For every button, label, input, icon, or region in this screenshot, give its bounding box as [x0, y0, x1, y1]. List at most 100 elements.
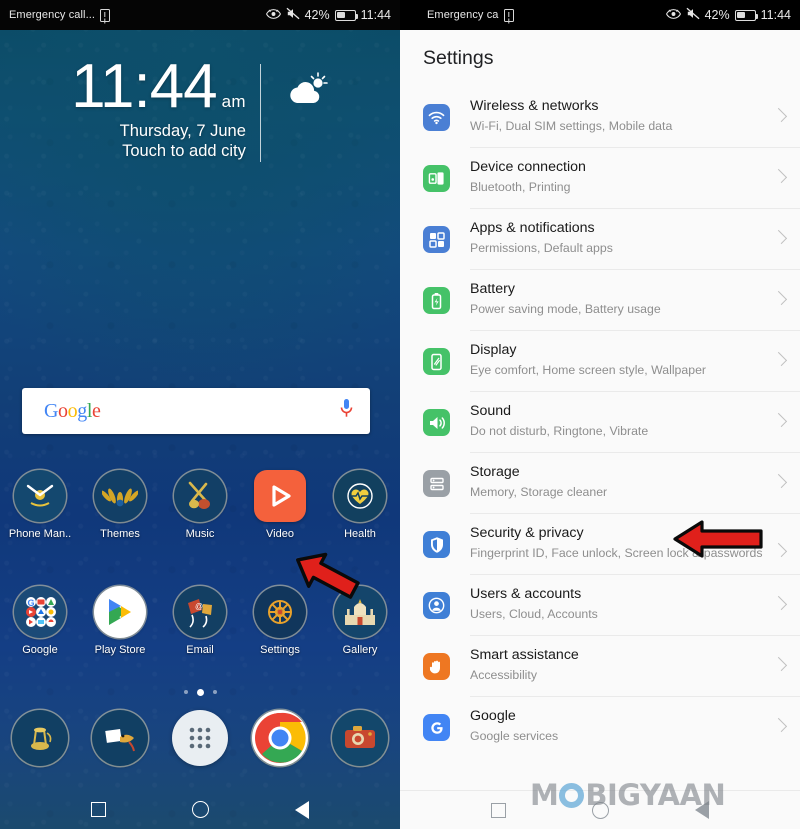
settings-item-subtitle: Do not disturb, Ringtone, Vibrate — [470, 424, 649, 439]
settings-item-subtitle: Wi-Fi, Dual SIM settings, Mobile data — [470, 119, 673, 134]
clock-time-row: 11:44 am — [71, 52, 246, 121]
recents-square-icon[interactable] — [491, 802, 506, 818]
microphone-icon[interactable] — [339, 398, 354, 424]
settings-item-subtitle: Eye comfort, Home screen style, Wallpape… — [470, 363, 707, 378]
settings-item-text: Apps & notifications Permissions, Defaul… — [470, 219, 774, 257]
settings-item-text: Wireless & networks Wi-Fi, Dual SIM sett… — [470, 97, 774, 135]
page-dot[interactable] — [183, 690, 188, 694]
google-logo: Google — [44, 400, 101, 423]
wifi-icon — [423, 104, 450, 131]
google-search-bar[interactable]: Google — [22, 388, 370, 434]
page-dot[interactable] — [212, 690, 217, 694]
settings-item-apps-notifications[interactable]: Apps & notifications Permissions, Defaul… — [400, 208, 800, 269]
dock-messages[interactable] — [80, 710, 160, 766]
settings-item-subtitle: Users, Cloud, Accounts — [470, 607, 598, 622]
page-title: Settings — [423, 46, 494, 69]
settings-item-subtitle: Permissions, Default apps — [470, 241, 613, 256]
app-label: Google — [22, 644, 58, 656]
user-account-icon — [423, 592, 450, 619]
app-google-folder[interactable]: G Google — [0, 586, 80, 656]
recents-square-icon[interactable] — [91, 802, 106, 817]
settings-item-title: Smart assistance — [470, 647, 579, 663]
eye-comfort-icon — [265, 8, 281, 23]
app-gallery[interactable]: Gallery — [320, 586, 400, 656]
lockscreen-clock-widget[interactable]: 11:44 am Thursday, 7 June Touch to add c… — [0, 52, 400, 162]
home-circle-icon[interactable] — [192, 801, 209, 818]
settings-item-title: Wireless & networks — [470, 98, 599, 114]
settings-item-smart-assistance[interactable]: Smart assistance Accessibility — [400, 635, 800, 696]
settings-item-text: Smart assistance Accessibility — [470, 646, 774, 684]
apps-grid-icon — [423, 226, 450, 253]
settings-item-users-accounts[interactable]: Users & accounts Users, Cloud, Accounts — [400, 574, 800, 635]
app-settings[interactable]: Settings — [240, 586, 320, 656]
app-phone-manager[interactable]: Phone Man.. — [0, 470, 80, 540]
settings-item-title: Sound — [470, 403, 512, 419]
home-page-indicator[interactable] — [0, 688, 400, 696]
settings-item-device-connection[interactable]: Device connection Bluetooth, Printing — [400, 147, 800, 208]
chevron-right-icon — [772, 595, 788, 611]
battery-percent-label: 42% — [304, 8, 330, 22]
settings-item-title: Battery — [470, 281, 515, 297]
settings-item-google[interactable]: Google Google services — [400, 696, 800, 757]
music-icon — [174, 470, 226, 522]
home-dock — [0, 710, 400, 766]
chevron-right-icon — [772, 473, 788, 489]
app-music[interactable]: Music — [160, 470, 240, 540]
settings-item-text: Sound Do not disturb, Ringtone, Vibrate — [470, 402, 774, 440]
gallery-icon — [334, 586, 386, 638]
battery-icon — [423, 287, 450, 314]
page-dot-active[interactable] — [196, 688, 204, 696]
carrier-label: Emergency ca — [427, 9, 499, 21]
settings-item-title: Security & privacy — [470, 525, 584, 541]
app-play-store[interactable]: Play Store — [80, 586, 160, 656]
home-circle-icon[interactable] — [592, 801, 609, 819]
app-label: Phone Man.. — [8, 528, 72, 540]
clock-time-value: 11:44 — [71, 52, 218, 121]
app-label: Video — [266, 528, 294, 540]
settings-item-text: Storage Memory, Storage cleaner — [470, 463, 774, 501]
settings-item-battery[interactable]: Battery Power saving mode, Battery usage — [400, 269, 800, 330]
settings-item-title: Users & accounts — [470, 586, 582, 602]
settings-item-storage[interactable]: Storage Memory, Storage cleaner — [400, 452, 800, 513]
settings-item-sound[interactable]: Sound Do not disturb, Ringtone, Vibrate — [400, 391, 800, 452]
google-logo-letter: o — [67, 399, 78, 422]
dock-camera[interactable] — [320, 710, 400, 766]
app-label: Play Store — [94, 644, 146, 656]
battery-percent-label: 42% — [704, 8, 730, 22]
settings-item-subtitle: Power saving mode, Battery usage — [470, 302, 661, 317]
google-logo-letter: g — [77, 399, 87, 422]
phone-dialer-icon — [12, 710, 68, 766]
status-bar-clock: 11:44 — [360, 8, 391, 22]
battery-icon — [734, 9, 759, 21]
google-logo-letter: G — [44, 399, 59, 422]
chevron-right-icon — [772, 107, 788, 123]
settings-item-text: Display Eye comfort, Home screen style, … — [470, 341, 774, 379]
google-logo-letter: e — [92, 399, 101, 422]
chevron-right-icon — [772, 351, 788, 367]
chevron-right-icon — [772, 168, 788, 184]
app-video[interactable]: Video — [240, 470, 320, 540]
settings-item-security-privacy[interactable]: Security & privacy Fingerprint ID, Face … — [400, 513, 800, 574]
app-row-1: Phone Man.. Themes Music Video Health — [0, 470, 400, 540]
back-triangle-icon[interactable] — [295, 800, 309, 819]
app-label: Themes — [100, 528, 140, 540]
app-email[interactable]: @ Email — [160, 586, 240, 656]
dock-chrome[interactable] — [240, 710, 320, 766]
settings-item-text: Security & privacy Fingerprint ID, Face … — [470, 524, 774, 562]
settings-header: Settings — [400, 30, 800, 86]
settings-item-title: Google — [470, 708, 516, 724]
settings-item-wireless-networks[interactable]: Wireless & networks Wi-Fi, Dual SIM sett… — [400, 86, 800, 147]
left-status-bar: Emergency call... 42% 11:44 — [0, 0, 400, 30]
app-row-2: G Google Play Store @ Email Settings Gal… — [0, 586, 400, 656]
dock-phone-dialer[interactable] — [0, 710, 80, 766]
back-triangle-icon[interactable] — [695, 801, 709, 819]
partly-cloudy-icon[interactable] — [261, 58, 329, 113]
play-store-icon — [94, 586, 146, 638]
settings-item-display[interactable]: Display Eye comfort, Home screen style, … — [400, 330, 800, 391]
app-health[interactable]: Health — [320, 470, 400, 540]
google-logo-letter: o — [58, 399, 68, 422]
carrier-label: Emergency call... — [9, 9, 96, 21]
app-themes[interactable]: Themes — [80, 470, 160, 540]
dock-app-drawer[interactable] — [160, 710, 240, 766]
clock-add-city-label[interactable]: Touch to add city — [71, 142, 246, 161]
